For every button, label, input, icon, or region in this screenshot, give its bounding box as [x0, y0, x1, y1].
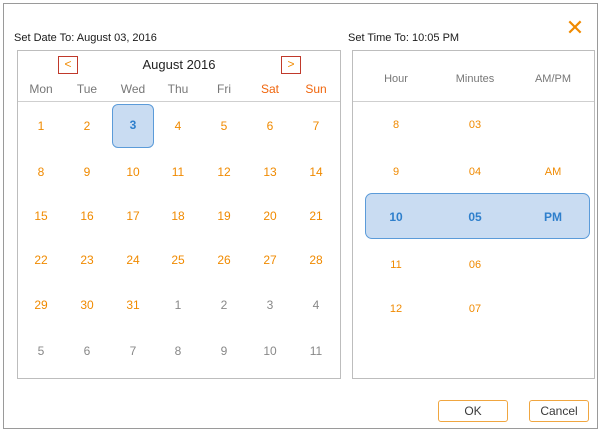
weekday-tue: Tue [76, 82, 98, 96]
calendar-day-other-month[interactable]: 5 [20, 336, 62, 366]
calendar-day[interactable]: 28 [295, 245, 337, 275]
calendar-day[interactable]: 13 [249, 157, 291, 187]
weekday-mon: Mon [29, 82, 53, 96]
date-label: Set Date To: August 03, 2016 [14, 32, 157, 44]
minute-option[interactable]: 07 [435, 303, 515, 315]
calendar-day-other-month[interactable]: 6 [66, 336, 108, 366]
calendar-day[interactable]: 19 [203, 201, 245, 231]
calendar-day[interactable]: 6 [249, 111, 291, 141]
calendar-day[interactable]: 23 [66, 245, 108, 275]
calendar-day[interactable]: 21 [295, 201, 337, 231]
calendar-day[interactable]: 24 [112, 245, 154, 275]
weekday-sat: Sat [260, 82, 279, 96]
calendar-day-selected[interactable]: 3 [112, 104, 154, 148]
minute-option[interactable]: 06 [435, 259, 515, 271]
minute-option-selected[interactable]: 05 [435, 210, 515, 224]
date-time-picker-dialog: Set Date To: August 03, 2016 Set Time To… [3, 3, 598, 429]
calendar-header: < August 2016 > Mon Tue Wed Thu Fri Sat … [18, 51, 340, 102]
calendar-day[interactable]: 8 [20, 157, 62, 187]
time-panel: Hour Minutes AM/PM 8 9 10 11 12 03 04 05… [352, 50, 595, 379]
calendar-day[interactable]: 14 [295, 157, 337, 187]
close-icon[interactable] [565, 18, 585, 38]
ok-button[interactable]: OK [438, 400, 508, 422]
calendar-day[interactable]: 26 [203, 245, 245, 275]
calendar-day[interactable]: 27 [249, 245, 291, 275]
calendar-day-other-month[interactable]: 4 [295, 290, 337, 320]
cancel-button[interactable]: Cancel [529, 400, 589, 422]
calendar-day[interactable]: 31 [112, 290, 154, 320]
calendar-day-other-month[interactable]: 3 [249, 290, 291, 320]
hour-option[interactable]: 11 [356, 259, 436, 271]
calendar-day-other-month[interactable]: 2 [203, 290, 245, 320]
calendar-day[interactable]: 25 [157, 245, 199, 275]
calendar-day[interactable]: 11 [157, 157, 199, 187]
calendar-day-other-month[interactable]: 9 [203, 336, 245, 366]
calendar-day-other-month[interactable]: 8 [157, 336, 199, 366]
calendar-day[interactable]: 18 [157, 201, 199, 231]
minute-option[interactable]: 03 [435, 119, 515, 131]
weekday-fri: Fri [217, 82, 231, 96]
time-header: Hour Minutes AM/PM [353, 51, 594, 102]
calendar-day[interactable]: 15 [20, 201, 62, 231]
ampm-column-header: AM/PM [534, 73, 572, 85]
calendar-day[interactable]: 9 [66, 157, 108, 187]
hour-option[interactable]: 8 [356, 119, 436, 131]
calendar-day[interactable]: 4 [157, 111, 199, 141]
hour-column-header: Hour [384, 73, 408, 85]
weekday-thu: Thu [167, 82, 189, 96]
hour-option-selected[interactable]: 10 [356, 210, 436, 224]
calendar-day[interactable]: 17 [112, 201, 154, 231]
calendar-day-other-month[interactable]: 10 [249, 336, 291, 366]
calendar-day[interactable]: 2 [66, 111, 108, 141]
hour-option[interactable]: 9 [356, 166, 436, 178]
calendar-day[interactable]: 22 [20, 245, 62, 275]
minutes-column-header: Minutes [455, 73, 495, 85]
next-month-button[interactable]: > [281, 56, 301, 74]
calendar-day[interactable]: 30 [66, 290, 108, 320]
calendar-day[interactable]: 16 [66, 201, 108, 231]
hour-option[interactable]: 12 [356, 303, 436, 315]
calendar-day[interactable]: 29 [20, 290, 62, 320]
calendar-day[interactable]: 10 [112, 157, 154, 187]
calendar-panel: < August 2016 > Mon Tue Wed Thu Fri Sat … [17, 50, 341, 379]
calendar-day[interactable]: 12 [203, 157, 245, 187]
am-option[interactable]: AM [513, 166, 593, 178]
calendar-day[interactable]: 5 [203, 111, 245, 141]
calendar-day[interactable]: 1 [20, 111, 62, 141]
weekday-wed: Wed [120, 82, 146, 96]
calendar-day-other-month[interactable]: 11 [295, 336, 337, 366]
pm-option-selected[interactable]: PM [513, 210, 593, 224]
calendar-day-other-month[interactable]: 1 [157, 290, 199, 320]
minute-option[interactable]: 04 [435, 166, 515, 178]
calendar-day[interactable]: 7 [295, 111, 337, 141]
calendar-day[interactable]: 20 [249, 201, 291, 231]
time-label: Set Time To: 10:05 PM [348, 32, 460, 44]
calendar-day-other-month[interactable]: 7 [112, 336, 154, 366]
weekday-sun: Sun [305, 82, 327, 96]
